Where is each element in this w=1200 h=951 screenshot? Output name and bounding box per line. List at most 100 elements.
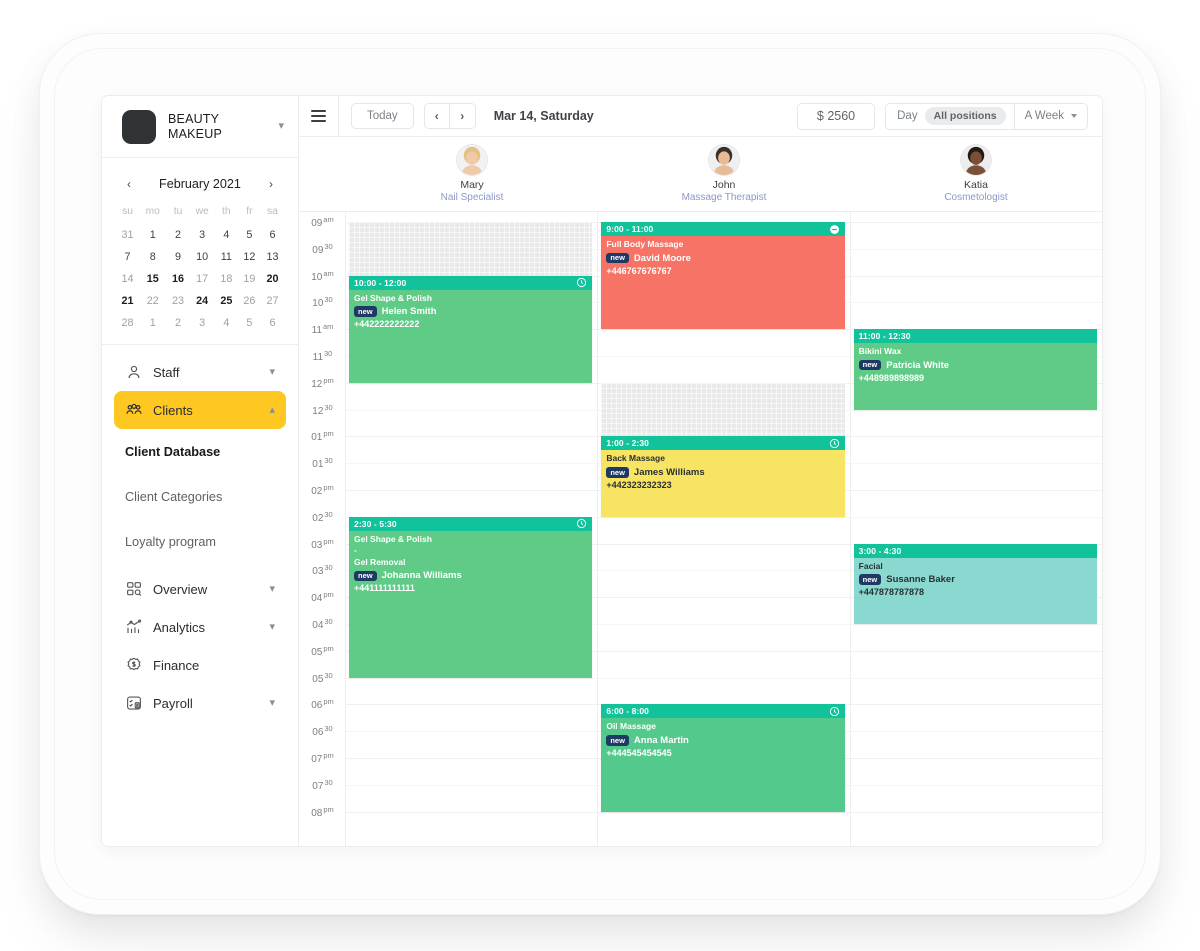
sidebar-subitem-client-categories[interactable]: Client Categories	[114, 474, 286, 519]
sidebar-subitem-client-database[interactable]: Client Database	[114, 429, 286, 474]
calendar-day-cell[interactable]: 6	[261, 224, 284, 246]
calendar-day-cell[interactable]: 23	[167, 290, 190, 312]
staff-column-header-mary[interactable]: Mary Nail Specialist	[346, 137, 598, 211]
avatar-katia[interactable]	[961, 145, 991, 175]
calendar-day-cell[interactable]: 26	[238, 290, 261, 312]
sidebar-item-overview[interactable]: Overview ▾	[114, 570, 286, 608]
calendar-day-cell[interactable]: 17	[190, 268, 215, 290]
hamburger-icon[interactable]	[299, 96, 339, 136]
day-view-label[interactable]: Day	[886, 110, 924, 122]
brand-header[interactable]: BEAUTY MAKEUP ▾	[102, 96, 298, 158]
calendar-day-cell[interactable]: 3	[190, 224, 215, 246]
appointment-card[interactable]: 10:00 - 12:00 Gel Shape & Polish new Helen …	[349, 275, 593, 383]
calendar-next-button[interactable]: ›	[264, 175, 278, 193]
appointment-time: 6:00 - 8:00	[606, 706, 650, 717]
appointment-card[interactable]: 3:00 - 4:30 Facial new Susanne Baker +447878…	[853, 543, 1097, 624]
calendar-day-cell[interactable]: 7	[116, 246, 139, 268]
staff-column-header-katia[interactable]: Katia Cosmetologist	[850, 137, 1102, 211]
calendar-day-cell[interactable]: 27	[261, 290, 284, 312]
calendar-day-cell[interactable]: 2	[167, 224, 190, 246]
sidebar-item-clients[interactable]: Clients ▴	[114, 391, 286, 429]
clock-icon[interactable]	[829, 706, 840, 717]
grid-line	[346, 382, 598, 384]
calendar-day-cell[interactable]: 9	[167, 246, 190, 268]
time-hour: 09	[311, 218, 323, 230]
appointment-service: Back Massage	[606, 453, 665, 464]
schedule-column-0[interactable]: 10:00 - 12:00 Gel Shape & Polish new Helen …	[346, 212, 599, 846]
calendar-day-cell[interactable]: 18	[215, 268, 238, 290]
chevron-down-icon[interactable]: ▾	[269, 697, 275, 709]
day-total-button[interactable]: $ 2560	[796, 102, 876, 130]
calendar-day-cell[interactable]: 1	[139, 224, 166, 246]
avatar-mary[interactable]	[457, 145, 487, 175]
appointment-card[interactable]: 6:00 - 8:00 Oil Massage new Anna Martin +444…	[601, 704, 845, 812]
calendar-day-cell[interactable]: 25	[215, 290, 238, 312]
time-suffix: 30	[324, 241, 333, 251]
calendar-day-cell[interactable]: 11	[215, 246, 238, 268]
sidebar-item-finance[interactable]: Finance	[114, 646, 286, 684]
appointment-card[interactable]: 1:00 - 2:30 Back Massage new James Williams…	[601, 436, 845, 517]
appointment-client-phone: +441111111111	[354, 583, 415, 594]
sidebar-item-staff[interactable]: Staff ▾	[114, 353, 286, 391]
calendar-day-cell[interactable]: 31	[116, 224, 139, 246]
calendar-day-cell[interactable]: 15	[139, 268, 166, 290]
clock-icon[interactable]	[829, 438, 840, 449]
time-suffix: 30	[324, 724, 333, 734]
chevron-up-icon[interactable]: ▴	[269, 404, 275, 416]
appointment-card[interactable]: 2:30 - 5:30 Gel Shape & Polish - Gel Remova…	[349, 516, 593, 678]
schedule-column-2[interactable]: 11:00 - 12:30 Bikini Wax new Patricia White…	[850, 212, 1102, 846]
time-suffix: 30	[324, 456, 333, 466]
time-label: 11am	[299, 322, 346, 336]
appointment-card[interactable]: 9:00 - 11:00 Full Body Massage new David Mo…	[601, 222, 845, 330]
blocked-time-slot[interactable]	[349, 222, 593, 276]
calendar-day-cell[interactable]: 5	[238, 224, 261, 246]
chevron-down-icon[interactable]: ▾	[278, 121, 284, 132]
grid-line	[850, 784, 1102, 786]
calendar-day-cell[interactable]: 5	[238, 312, 261, 334]
calendar-day-cell[interactable]: 14	[116, 268, 139, 290]
calendar-day-cell[interactable]: 13	[261, 246, 284, 268]
calendar-day-cell[interactable]: 2	[167, 312, 190, 334]
next-day-button[interactable]: ›	[449, 103, 476, 129]
calendar-day-cell[interactable]: 20	[261, 268, 284, 290]
calendar-prev-button[interactable]: ‹	[122, 175, 136, 193]
clock-icon[interactable]	[576, 277, 587, 288]
calendar-day-cell[interactable]: 28	[116, 312, 139, 334]
appointment-client-phone: +447878787878	[858, 587, 924, 598]
calendar-day-cell[interactable]: 16	[167, 268, 190, 290]
sidebar-item-analytics[interactable]: Analytics ▾	[114, 608, 286, 646]
appointment-body: Oil Massage new Anna Martin +444545454545	[601, 718, 844, 762]
calendar-day-cell[interactable]: 19	[238, 268, 261, 290]
calendar-day-cell[interactable]: 3	[190, 312, 215, 334]
positions-filter-chip[interactable]: All positions	[924, 107, 1006, 125]
calendar-day-cell[interactable]: 4	[215, 312, 238, 334]
staff-column-header-john[interactable]: John Massage Therapist	[598, 137, 850, 211]
minus-circle-icon[interactable]	[829, 224, 840, 235]
calendar-day-cell[interactable]: 4	[215, 224, 238, 246]
calendar-day-cell[interactable]: 24	[190, 290, 215, 312]
today-button[interactable]: Today	[351, 103, 414, 129]
calendar-day-cell[interactable]: 8	[139, 246, 166, 268]
time-suffix: 30	[324, 295, 333, 305]
calendar-day-cell[interactable]: 22	[139, 290, 166, 312]
range-select[interactable]: A Week	[1015, 110, 1087, 122]
calendar-weekday-sa: sa	[267, 206, 278, 217]
prev-day-button[interactable]: ‹	[423, 103, 450, 129]
chevron-down-icon[interactable]: ▾	[269, 583, 275, 595]
calendar-day-cell[interactable]: 12	[238, 246, 261, 268]
chevron-down-icon[interactable]: ▾	[269, 621, 275, 633]
calendar-day-cell[interactable]: 21	[116, 290, 139, 312]
time-suffix: 30	[324, 670, 333, 680]
schedule-column-1[interactable]: 9:00 - 11:00 Full Body Massage new David Mo…	[598, 212, 851, 846]
appointment-card[interactable]: 11:00 - 12:30 Bikini Wax new Patricia White…	[853, 329, 1097, 410]
sidebar-subitem-loyalty-program[interactable]: Loyalty program	[114, 519, 286, 564]
avatar-john[interactable]	[709, 145, 739, 175]
time-suffix: 30	[324, 348, 333, 358]
calendar-day-cell[interactable]: 6	[261, 312, 284, 334]
calendar-day-cell[interactable]: 10	[190, 246, 215, 268]
clock-icon[interactable]	[576, 518, 587, 529]
sidebar-item-payroll[interactable]: Payroll ▾	[114, 684, 286, 722]
chevron-down-icon[interactable]: ▾	[269, 366, 275, 378]
calendar-day-cell[interactable]: 1	[139, 312, 166, 334]
blocked-time-slot[interactable]	[601, 382, 845, 437]
